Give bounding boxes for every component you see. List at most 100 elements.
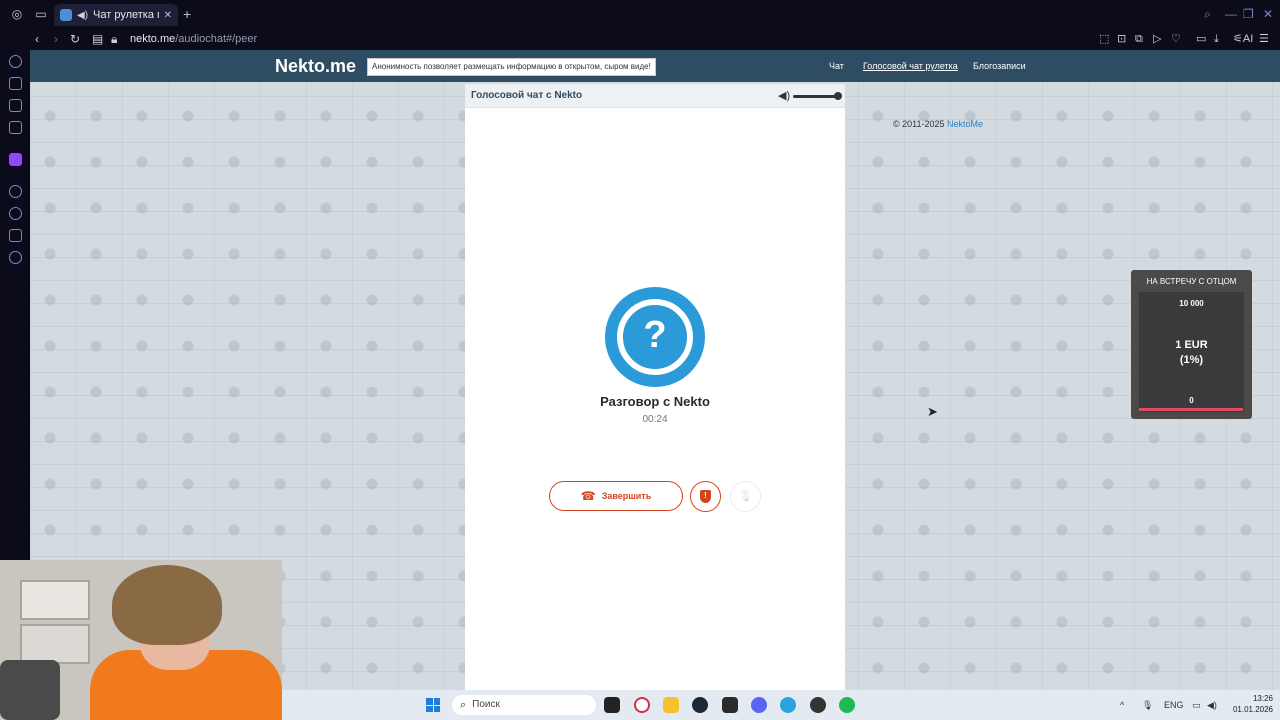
close-icon[interactable]: ✕ [164,10,172,21]
webcam-chair [0,660,60,720]
taskbar-search[interactable]: ⌕ Поиск [452,695,596,715]
telegram-icon[interactable] [780,697,796,713]
new-tab-icon[interactable]: + [183,6,191,22]
bookmark-page-icon[interactable]: ⬚ [1099,31,1109,47]
browser-sidebar [0,50,30,560]
windows-taskbar: ⌕ Поиск ^ 🎙︎ ENG ▭ ◀) 13:26 01.01.2026 [282,690,1280,720]
epic-games-icon[interactable] [722,697,738,713]
url-path: /audiochat#/peer [175,33,258,45]
minimize-icon[interactable]: — [1225,7,1237,21]
tray-volume-icon[interactable]: ◀) [1207,699,1217,711]
wallet-icon[interactable]: ▭ [1196,31,1206,47]
mouse-cursor-icon: ➤ [927,404,938,419]
microphone-icon: 🎙︎ [737,489,754,503]
heart-icon[interactable]: ♡ [1171,31,1181,47]
opera-taskbar-icon[interactable] [634,697,650,713]
tray-network-icon[interactable]: ▭ [1192,699,1201,711]
microphone-button[interactable]: 🎙︎ [730,481,761,512]
tab-title: Чат рулетка голосова [93,9,159,21]
spotify-icon[interactable] [839,697,855,713]
taskbar-search-label: Поиск [472,699,500,710]
tray-chevron-icon[interactable]: ^ [1120,699,1124,711]
browser-tab-bar: ◎ ▭ ◀) Чат рулетка голосова ✕ + ⌕ — ❐ ✕ [0,0,1280,28]
site-logo[interactable]: Nekto.me [275,55,356,77]
nekto-favicon-icon [60,9,72,21]
donation-progress-bar [1139,408,1243,411]
taskbar-clock[interactable]: 13:26 01.01.2026 [1227,693,1273,715]
player-sidebar-icon[interactable] [9,185,22,198]
nav-chat[interactable]: Чат [829,60,844,72]
steam-icon[interactable] [692,697,708,713]
question-mark-icon: ? [643,314,667,356]
webcam-shelf [20,580,90,620]
nav-blog[interactable]: Блогозаписи [973,60,1026,72]
clock-time: 13:26 [1252,694,1273,703]
browser-tab[interactable]: ◀) Чат рулетка голосова ✕ [54,4,178,26]
tray-mic-icon[interactable]: 🎙︎ [1142,699,1153,711]
donation-amount: 1 EUR [1175,339,1208,351]
donation-meter: 10 000 1 EUR (1%) 0 [1139,292,1244,412]
donation-goal-widget: НА ВСТРЕЧУ С ОТЦОМ 10 000 1 EUR (1%) 0 [1131,270,1252,419]
snapshot-icon[interactable]: ⊡ [1117,31,1126,47]
shield-icon: ! [700,490,711,503]
copyright-text: © 2011-2025 [893,119,945,129]
search-icon: ⌕ [460,699,467,711]
volume-slider[interactable] [793,95,839,98]
hang-up-icon: ☎ [580,489,596,503]
download-icon[interactable]: ⤓ [1214,31,1219,47]
volume-slider-handle[interactable] [834,92,842,100]
extensions-sidebar-icon[interactable] [9,229,22,242]
volume-icon[interactable]: ◀) [778,89,790,103]
file-explorer-icon[interactable] [663,697,679,713]
address-bar: ‹ › ↻ ▤ 🔒︎ nekto.me/audiochat#/peer ⬚ ⊡ … [0,28,1280,50]
player-icon[interactable]: ▷ [1153,31,1161,47]
webcam-person-hair [112,565,222,645]
webcam-overlay [0,560,282,720]
discord-icon[interactable] [751,697,767,713]
end-call-label: Завершить [601,491,652,501]
peer-name: Разговор с Nekto [600,394,710,409]
clock-date: 01.01.2026 [1232,705,1273,714]
obs-icon[interactable] [810,697,826,713]
close-window-icon[interactable]: ✕ [1263,7,1273,21]
chat-title: Голосовой чат с Nekto [471,90,583,101]
opera-menu-icon[interactable]: ◎ [9,6,25,22]
task-view-icon[interactable] [604,697,620,713]
mail-icon[interactable] [9,121,22,134]
copyright: © 2011-2025 NektoMe [893,118,983,130]
peer-avatar: ? [605,287,705,387]
end-call-button[interactable]: ☎ Завершить [549,481,683,511]
aria-icon[interactable] [9,55,22,68]
call-timer: 00:24 [642,414,668,425]
announcement-banner: Анонимность позволяет размещать информац… [367,58,656,76]
report-button[interactable]: ! [690,481,721,512]
messenger-icon[interactable] [9,99,22,112]
windows-start-icon[interactable] [426,698,440,712]
workspaces-icon[interactable] [9,77,22,90]
site-header: Nekto.me Анонимность позволяет размещать… [30,50,1280,82]
settings-icon[interactable] [9,251,22,264]
donation-max: 10 000 [1179,299,1204,308]
forward-icon[interactable]: › [54,31,58,47]
tab-islands-icon[interactable]: ▭ [33,6,49,22]
aria-ai-icon[interactable]: ⚟AI [1233,31,1253,47]
copyright-link[interactable]: NektoMe [947,119,983,129]
twitch-icon[interactable] [9,153,22,166]
webcam-shelf-lower [20,624,90,664]
history-icon[interactable] [9,207,22,220]
speaker-icon[interactable]: ◀) [77,10,88,21]
voice-chat-panel: Голосовой чат с Nekto ◀) ? Разговор с Ne… [465,84,845,690]
search-tabs-icon[interactable]: ⌕ [1204,7,1211,21]
extensions-icon[interactable]: ⧉ [1135,31,1143,47]
nav-voice-chat[interactable]: Голосовой чат рулетка [863,60,958,72]
chat-panel-header: Голосовой чат с Nekto ◀) [465,84,845,108]
back-icon[interactable]: ‹ [35,31,39,47]
language-indicator[interactable]: ENG [1164,699,1184,711]
reload-icon[interactable]: ↻ [70,31,80,47]
donation-percent: (1%) [1179,354,1204,366]
easy-setup-icon[interactable]: ▤ [92,31,103,47]
url-field[interactable]: nekto.me/audiochat#/peer [130,31,257,47]
menu-icon[interactable]: ☰ [1259,31,1269,47]
url-host: nekto.me [130,33,176,45]
maximize-icon[interactable]: ❐ [1243,7,1254,21]
